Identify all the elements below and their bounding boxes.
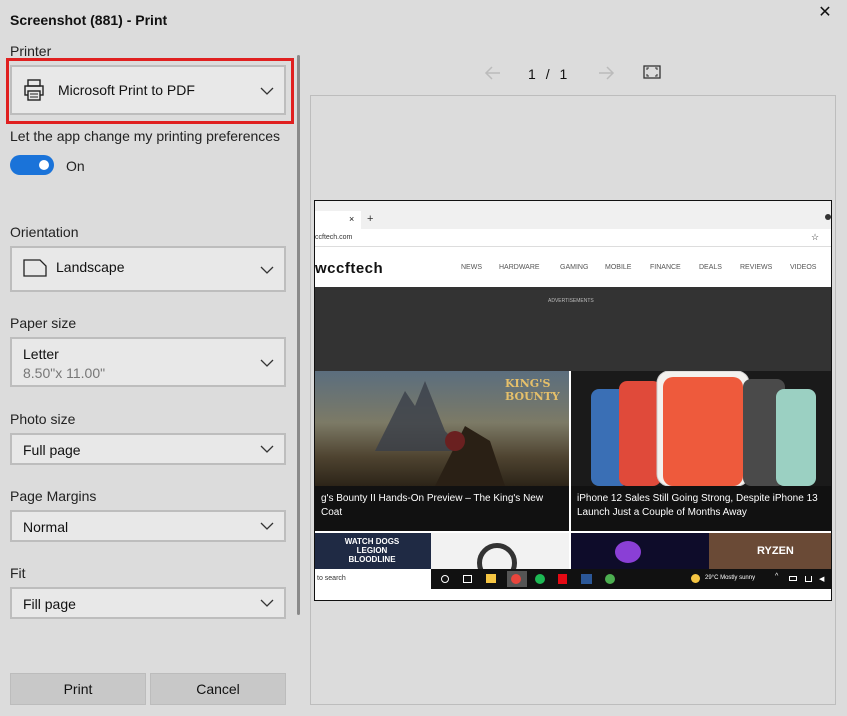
thumb-1-title: WATCH DOGS LEGION BLOODLINE <box>344 537 400 564</box>
ad-label: ADVERTISEMENTS <box>548 298 594 304</box>
bookmark-star-icon: ☆ <box>811 232 820 242</box>
printer-icon <box>24 79 44 101</box>
site-nav-item: HARDWARE <box>499 264 540 271</box>
preview-address-bar: ccftech.com ☆ <box>315 229 831 247</box>
close-icon[interactable]: ✕ <box>818 5 832 21</box>
paper-size-label: Paper size <box>10 315 77 331</box>
printer-value: Microsoft Print to PDF <box>58 82 195 98</box>
site-nav-item: GAMING <box>560 264 589 271</box>
site-nav-item: MOBILE <box>605 264 632 271</box>
photo-size-label: Photo size <box>10 411 76 427</box>
orientation-label: Orientation <box>10 224 79 240</box>
thumb-4-title: RYZEN <box>757 545 794 557</box>
spotify-icon <box>535 574 545 584</box>
page-landscape-icon <box>23 259 47 277</box>
task-view-icon <box>463 575 472 583</box>
site-nav-item: REVIEWS <box>740 264 773 271</box>
page-margins-label: Page Margins <box>10 488 97 504</box>
printer-label: Printer <box>10 43 52 59</box>
browser-menu-icon <box>825 214 831 220</box>
netflix-icon <box>558 574 567 584</box>
chevron-down-icon <box>260 263 274 277</box>
printer-select[interactable]: Microsoft Print to PDF <box>10 65 286 115</box>
page-margins-select[interactable]: Normal <box>10 510 286 542</box>
paper-size-detail: 8.50"x 11.00" <box>23 365 106 381</box>
thumb-3-art <box>615 541 641 563</box>
preview-site-header: wccftech NEWS HARDWARE GAMING MOBILE FIN… <box>315 247 831 287</box>
thumb-1: WATCH DOGS LEGION BLOODLINE <box>315 533 431 569</box>
network-icon <box>805 576 812 582</box>
file-explorer-icon <box>486 574 496 583</box>
chevron-down-icon <box>260 356 274 370</box>
volume-icon: ◀ <box>819 576 825 583</box>
fit-value: Fill page <box>23 596 76 612</box>
story-card-left: KING'S BOUNTY g's Bounty II Hands-On Pre… <box>315 371 569 531</box>
preview-address: ccftech.com <box>315 234 353 241</box>
preferences-label: Let the app change my printing preferenc… <box>10 128 281 144</box>
preview-browser-tabbar: × + <box>315 201 831 229</box>
toggle-knob <box>39 160 49 170</box>
taskbar-search: to search <box>315 569 431 589</box>
site-nav-item: NEWS <box>461 264 482 271</box>
next-page-icon[interactable] <box>596 63 616 83</box>
tab-close-icon: × <box>349 214 355 224</box>
site-nav-item: FINANCE <box>650 264 681 271</box>
current-page: 1 <box>528 66 536 82</box>
word-icon <box>581 574 592 584</box>
site-nav-item: VIDEOS <box>790 264 817 271</box>
story-caption-left: g's Bounty II Hands-On Preview – The Kin… <box>315 486 569 531</box>
preview-ad-banner: ADVERTISEMENTS <box>315 287 831 371</box>
app-icon <box>605 574 615 584</box>
chevron-down-icon <box>260 519 274 533</box>
paper-size-value: Letter <box>23 346 59 362</box>
story-left-art-title: KING'S BOUNTY <box>505 377 560 403</box>
previous-page-icon[interactable] <box>483 63 503 83</box>
photo-size-select[interactable]: Full page <box>10 433 286 465</box>
weather-icon <box>691 574 700 583</box>
weather-text: 29°C Mostly sunny <box>705 575 756 581</box>
fit-label: Fit <box>10 565 26 581</box>
orientation-select[interactable]: Landscape <box>10 246 286 292</box>
chrome-icon <box>511 574 521 584</box>
story-image-left: KING'S BOUNTY <box>315 371 569 486</box>
preview-browser-tab: × <box>315 211 361 229</box>
tray-chevron-icon: ^ <box>775 573 779 580</box>
page-separator: / <box>545 66 550 82</box>
print-button[interactable]: Print <box>10 673 146 705</box>
chevron-down-icon <box>260 442 274 456</box>
toggle-state-label: On <box>66 158 85 174</box>
fit-to-window-icon[interactable] <box>643 64 663 84</box>
paper-size-select[interactable]: Letter 8.50"x 11.00" <box>10 337 286 387</box>
total-pages: 1 <box>559 66 568 82</box>
site-nav-item: DEALS <box>699 264 722 271</box>
chevron-down-icon <box>260 596 274 610</box>
preferences-toggle[interactable] <box>10 155 54 175</box>
page-counter: 1 / 1 <box>528 66 567 82</box>
cortana-icon <box>441 575 449 583</box>
story-image-right <box>571 371 831 486</box>
story-card-right: iPhone 12 Sales Still Going Strong, Desp… <box>571 371 831 531</box>
preview-page: × + ccftech.com ☆ wccftech NEWS HARDWARE… <box>314 200 832 601</box>
battery-icon <box>789 576 797 581</box>
thumb-4: RYZEN <box>709 533 831 569</box>
cancel-button[interactable]: Cancel <box>150 673 286 705</box>
window-title: Screenshot (881) - Print <box>10 12 168 28</box>
thumb-3 <box>571 533 709 569</box>
chevron-down-icon <box>260 84 274 98</box>
thumb-2 <box>431 533 569 583</box>
settings-scrollbar[interactable] <box>297 55 300 615</box>
photo-size-value: Full page <box>23 442 81 458</box>
page-margins-value: Normal <box>23 519 69 535</box>
site-logo: wccftech <box>315 260 384 277</box>
new-tab-icon: + <box>367 213 374 225</box>
fit-select[interactable]: Fill page <box>10 587 286 619</box>
story-caption-right: iPhone 12 Sales Still Going Strong, Desp… <box>571 486 831 531</box>
orientation-value: Landscape <box>56 259 125 275</box>
